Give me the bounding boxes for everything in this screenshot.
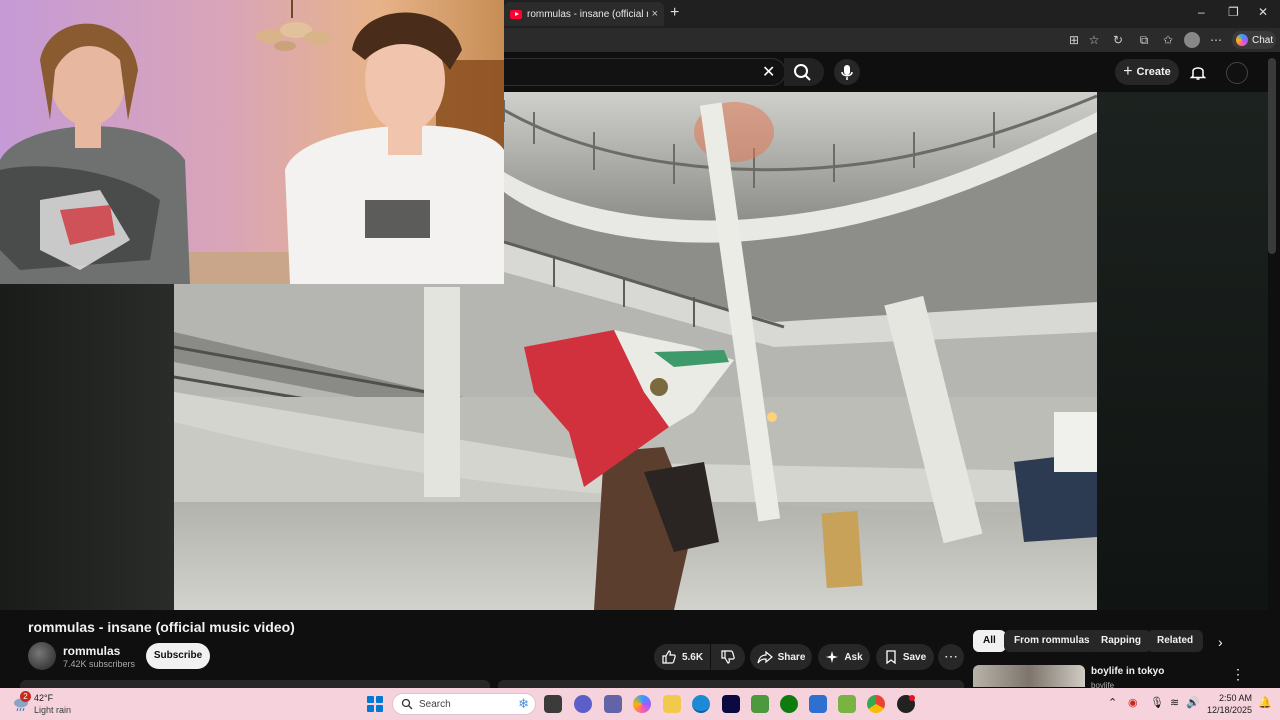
- subscriber-count: 7.42K subscribers: [63, 659, 136, 669]
- search-icon: [401, 698, 413, 710]
- like-count: 5.6K: [681, 651, 704, 663]
- app-available-icon[interactable]: ⊞: [1066, 32, 1082, 48]
- copilot-taskbar-icon[interactable]: [633, 695, 651, 713]
- more-actions-button[interactable]: ⋯: [938, 644, 964, 670]
- edge-icon[interactable]: [692, 695, 710, 713]
- chip-rapping[interactable]: Rapping: [1091, 630, 1151, 652]
- chat-app-icon[interactable]: [574, 695, 592, 713]
- account-avatar[interactable]: [1226, 62, 1248, 84]
- extensions-icon[interactable]: ⧉: [1136, 32, 1152, 48]
- xbox-icon[interactable]: [780, 695, 798, 713]
- webcam-overlay: [0, 0, 504, 284]
- browser-tab-active[interactable]: rommulas - insane (official music vid ×: [504, 2, 664, 26]
- show-hidden-icons[interactable]: ⌃: [1108, 696, 1117, 709]
- like-button[interactable]: 5.6K: [654, 644, 710, 670]
- page-scrollbar[interactable]: [1268, 58, 1276, 254]
- minimize-button[interactable]: –: [1198, 5, 1205, 19]
- favorite-star-icon[interactable]: ☆: [1086, 32, 1102, 48]
- save-label: Save: [902, 651, 927, 663]
- taskbar-search-placeholder: Search: [419, 698, 451, 710]
- tab-title: rommulas - insane (official music vid: [527, 8, 648, 20]
- weather-alert-badge: 2: [20, 691, 31, 702]
- create-button[interactable]: + Create: [1115, 59, 1179, 85]
- task-view-icon[interactable]: [544, 695, 562, 713]
- tab-close-icon[interactable]: ×: [652, 8, 658, 20]
- thumbs-up-icon: [662, 650, 676, 664]
- bell-icon: [1189, 67, 1207, 80]
- video-title: rommulas - insane (official music video): [28, 619, 295, 635]
- webcam-scene: [0, 0, 504, 284]
- minecraft-icon[interactable]: [751, 695, 769, 713]
- copilot-icon: [1236, 34, 1248, 46]
- ask-label: Ask: [844, 651, 863, 663]
- browser-menu-icon[interactable]: ⋯: [1208, 32, 1224, 48]
- wifi-icon[interactable]: ≋: [1170, 696, 1179, 709]
- chip-related[interactable]: Related: [1147, 630, 1204, 652]
- copilot-chat-button[interactable]: Chat: [1232, 31, 1276, 49]
- new-tab-button[interactable]: +: [670, 4, 679, 22]
- sparkle-icon: [826, 651, 839, 663]
- windows-start-icon[interactable]: [367, 696, 383, 712]
- chat-label: Chat: [1252, 34, 1274, 46]
- channel-avatar[interactable]: [28, 642, 56, 670]
- file-explorer-icon[interactable]: [663, 695, 681, 713]
- store-icon[interactable]: [809, 695, 827, 713]
- search-button[interactable]: [784, 58, 824, 86]
- refresh-icon[interactable]: ↻: [1110, 32, 1126, 48]
- youtube-favicon-icon: [510, 9, 522, 19]
- notification-dot: [909, 695, 915, 701]
- profile-avatar[interactable]: [1184, 32, 1200, 48]
- thumbs-down-icon: [721, 650, 735, 664]
- premiere-pro-icon[interactable]: [722, 695, 740, 713]
- microphone-icon: [841, 65, 853, 80]
- chevron-right-icon[interactable]: ›: [1218, 634, 1223, 650]
- plus-icon: +: [1123, 63, 1133, 80]
- volume-icon[interactable]: 🔊: [1186, 696, 1200, 709]
- microphone-tray-icon[interactable]: 🎙: [1150, 696, 1164, 709]
- recommended-menu-icon[interactable]: ⋮: [1231, 666, 1245, 683]
- chip-from-channel[interactable]: From rommulas: [1004, 630, 1100, 652]
- weather-description[interactable]: Light rain: [34, 705, 71, 715]
- restore-button[interactable]: ❐: [1228, 5, 1239, 19]
- share-icon: [757, 650, 773, 664]
- clock-date[interactable]: 12/18/2025: [1206, 705, 1252, 715]
- share-button[interactable]: Share: [750, 644, 812, 670]
- security-icon[interactable]: ◉: [1128, 696, 1138, 709]
- subscribe-button[interactable]: Subscribe: [146, 643, 210, 669]
- notepad-icon[interactable]: [838, 695, 856, 713]
- ask-button[interactable]: Ask: [818, 644, 870, 670]
- video-backdrop-left: [0, 284, 174, 610]
- chrome-icon[interactable]: [867, 695, 885, 713]
- voice-search-button[interactable]: [834, 59, 860, 85]
- recommended-title[interactable]: boylife in tokyo: [1091, 666, 1164, 677]
- snowflake-icon: ❄: [518, 696, 529, 711]
- recommended-thumbnail[interactable]: [973, 665, 1085, 687]
- bookmark-icon: [886, 650, 896, 665]
- clock-time[interactable]: 2:50 AM: [1218, 693, 1252, 703]
- clear-search-icon[interactable]: ✕: [762, 62, 775, 82]
- create-label: Create: [1136, 66, 1171, 78]
- notification-center-icon[interactable]: 🔔: [1258, 696, 1272, 709]
- teams-icon[interactable]: [604, 695, 622, 713]
- channel-name[interactable]: rommulas: [63, 644, 120, 658]
- favorites-icon[interactable]: ✩: [1160, 32, 1176, 48]
- search-input[interactable]: [504, 58, 786, 86]
- notifications-button[interactable]: [1189, 63, 1207, 86]
- description-panel[interactable]: [20, 680, 490, 688]
- comments-panel[interactable]: [498, 680, 964, 688]
- dislike-button[interactable]: [711, 644, 745, 670]
- share-label: Share: [777, 651, 806, 663]
- taskbar-search-box[interactable]: Search ❄: [392, 693, 536, 715]
- save-button[interactable]: Save: [876, 644, 934, 670]
- chip-all[interactable]: All: [973, 630, 1006, 652]
- video-backdrop-right: [1097, 92, 1268, 610]
- weather-temperature[interactable]: 42°F: [34, 693, 53, 703]
- close-window-button[interactable]: ✕: [1258, 5, 1268, 19]
- search-icon: [794, 64, 811, 81]
